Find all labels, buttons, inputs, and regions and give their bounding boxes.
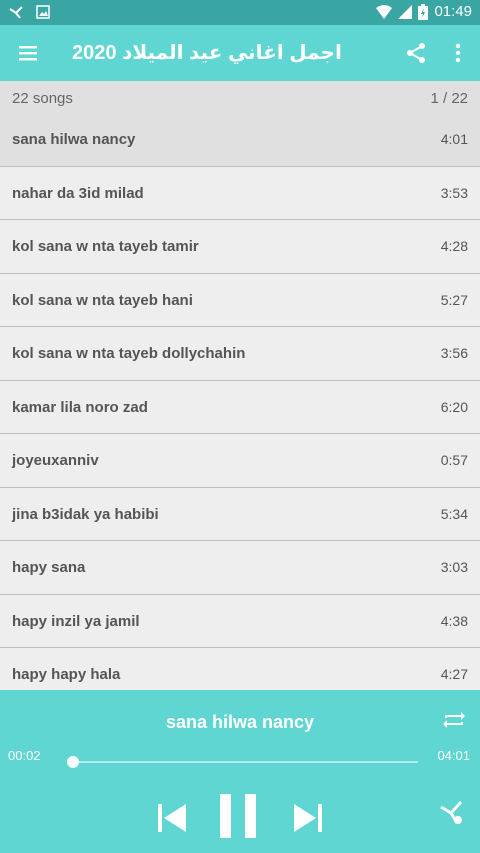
song-duration: 0:57 bbox=[440, 452, 468, 468]
song-row[interactable]: kol sana w nta tayeb hani 5:27 bbox=[0, 273, 480, 327]
song-name: kamar lila noro zad bbox=[12, 398, 148, 416]
song-duration: 4:01 bbox=[440, 131, 468, 147]
repeat-icon[interactable] bbox=[440, 706, 468, 734]
skip-previous-icon[interactable] bbox=[154, 800, 190, 836]
song-name: hapy inzil ya jamil bbox=[12, 612, 140, 630]
elapsed-time: 00:02 bbox=[8, 748, 41, 763]
song-duration: 3:56 bbox=[440, 345, 468, 361]
song-row[interactable]: hapy hapy hala 4:27 bbox=[0, 648, 480, 690]
song-duration: 4:38 bbox=[440, 612, 468, 629]
status-time: 01:49 bbox=[434, 3, 472, 20]
song-name: kol sana w nta tayeb hani bbox=[12, 291, 193, 309]
song-duration: 4:27 bbox=[440, 666, 468, 682]
song-list[interactable]: sana hilwa nancy 4:01 nahar da 3id milad… bbox=[0, 113, 480, 690]
song-name: hapy sana bbox=[12, 559, 86, 576]
seek-bar[interactable] bbox=[66, 756, 418, 768]
song-duration: 3:53 bbox=[440, 184, 468, 201]
song-row[interactable]: kol sana w nta tayeb tamir 4:28 bbox=[0, 220, 480, 274]
song-name: kol sana w nta tayeb tamir bbox=[12, 238, 199, 255]
bluetooth-share-icon[interactable] bbox=[438, 798, 466, 826]
song-name: jina b3idak ya habibi bbox=[12, 505, 159, 523]
song-row[interactable]: sana hilwa nancy 4:01 bbox=[0, 113, 480, 167]
bluetooth-share-icon bbox=[8, 4, 24, 20]
more-vert-icon[interactable] bbox=[446, 41, 470, 65]
image-icon bbox=[36, 5, 50, 19]
song-name: hapy hapy hala bbox=[12, 666, 121, 683]
song-name: kol sana w nta tayeb dollychahin bbox=[12, 345, 246, 362]
song-name: joyeuxanniv bbox=[12, 452, 99, 469]
signal-icon bbox=[398, 4, 413, 19]
wifi-icon bbox=[376, 4, 393, 19]
song-duration: 5:27 bbox=[440, 291, 468, 308]
app-title: 2020 اجمل اغاني عيد الميلاد bbox=[72, 42, 342, 64]
now-playing-title: sana hilwa nancy bbox=[165, 712, 315, 732]
skip-next-icon[interactable] bbox=[290, 800, 326, 836]
song-row[interactable]: nahar da 3id milad 3:53 bbox=[0, 166, 480, 220]
list-header: 22 songs 1 / 22 bbox=[0, 81, 480, 113]
song-duration: 3:03 bbox=[440, 559, 468, 575]
song-count: 22 songs bbox=[12, 90, 73, 107]
total-time: 04:01 bbox=[437, 748, 470, 763]
app-bar: 2020 اجمل اغاني عيد الميلاد bbox=[0, 25, 480, 81]
song-row[interactable]: hapy sana 3:03 bbox=[0, 541, 480, 595]
song-name: sana hilwa nancy bbox=[12, 131, 136, 148]
seek-thumb[interactable] bbox=[66, 756, 79, 768]
song-row[interactable]: kol sana w nta tayeb dollychahin 3:56 bbox=[0, 327, 480, 381]
song-duration: 5:34 bbox=[440, 505, 468, 522]
song-row[interactable]: kamar lila noro zad 6:20 bbox=[0, 380, 480, 434]
song-row[interactable]: joyeuxanniv 0:57 bbox=[0, 434, 480, 488]
song-duration: 6:20 bbox=[440, 398, 468, 415]
page-indicator: 1 / 22 bbox=[430, 90, 468, 107]
player-panel: sana hilwa nancy 00:02 04:01 bbox=[0, 690, 480, 853]
song-duration: 4:28 bbox=[440, 238, 468, 254]
menu-icon[interactable] bbox=[16, 41, 40, 65]
song-row[interactable]: jina b3idak ya habibi 5:34 bbox=[0, 487, 480, 541]
song-row[interactable]: hapy inzil ya jamil 4:38 bbox=[0, 594, 480, 648]
share-icon[interactable] bbox=[404, 41, 428, 65]
battery-charging-icon bbox=[418, 3, 429, 20]
song-name: nahar da 3id milad bbox=[12, 184, 144, 202]
pause-icon[interactable] bbox=[216, 792, 260, 840]
status-bar: 01:49 bbox=[0, 0, 480, 25]
